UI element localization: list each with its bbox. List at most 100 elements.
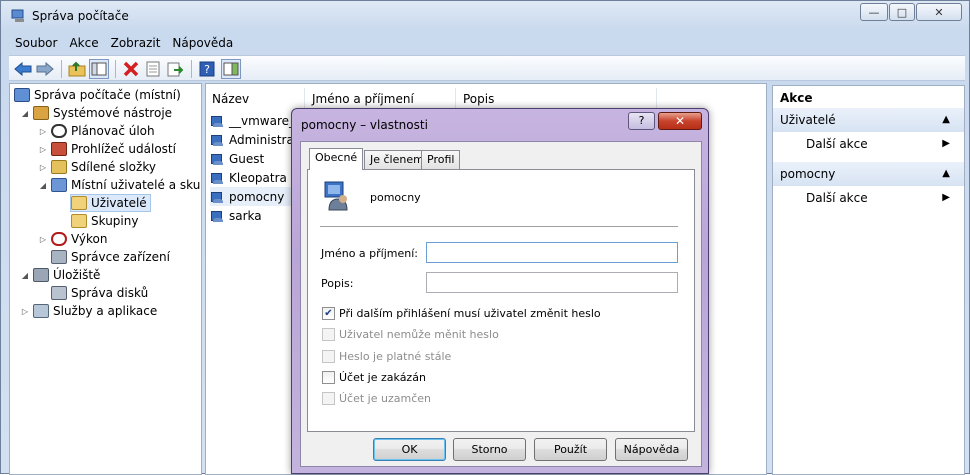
event-log-icon xyxy=(51,142,67,156)
checkbox-cannot-change-password[interactable]: Uživatel nemůže měnit heslo xyxy=(322,328,499,341)
checkbox-label: Uživatel nemůže měnit heslo xyxy=(339,328,499,341)
list-item[interactable]: sarka xyxy=(210,206,262,225)
tree-item-performance[interactable]: ▷ Výkon xyxy=(38,230,107,248)
tab-general[interactable]: Obecné xyxy=(309,148,364,170)
expand-icon[interactable]: ▷ xyxy=(38,163,48,172)
collapse-icon[interactable]: ◢ xyxy=(20,109,30,118)
list-item[interactable]: __vmware_u xyxy=(210,111,303,130)
tab-member-of[interactable]: Je členem xyxy=(364,150,430,169)
tree-item-label: Systémové nástroje xyxy=(53,106,173,120)
checkbox-must-change-password[interactable]: ✔ Při dalším přihlášení musí uživatel zm… xyxy=(322,307,601,320)
tree-item-users[interactable]: Uživatelé xyxy=(70,194,151,212)
dialog-body: Obecné Je členem Profil pomocny Jméno a … xyxy=(300,141,702,467)
tools-icon xyxy=(33,106,49,120)
collapse-icon[interactable]: ◢ xyxy=(20,271,30,280)
toolbar: ? xyxy=(9,55,965,81)
more-actions-users[interactable]: Další akce xyxy=(806,137,868,151)
tree-item-label: Uživatelé xyxy=(91,196,147,210)
tree-item-label: Místní uživatelé a skupiny xyxy=(71,178,201,192)
apply-button[interactable]: Použít xyxy=(534,438,607,461)
more-actions-pomocny[interactable]: Další akce xyxy=(806,191,868,205)
tree-item-disk-management[interactable]: Správa disků xyxy=(51,284,148,302)
collapse-icon[interactable]: ◢ xyxy=(38,181,48,190)
submenu-arrow-icon[interactable]: ▶ xyxy=(942,192,950,203)
checkbox-checked-icon[interactable]: ✔ xyxy=(322,307,335,320)
tree-item-local-users[interactable]: ◢ Místní uživatelé a skupiny xyxy=(38,176,201,194)
tree-item-label: Úložiště xyxy=(53,268,101,282)
ok-button[interactable]: OK xyxy=(373,438,446,461)
actions-section-pomocny[interactable]: pomocny ▲ xyxy=(773,162,964,186)
full-name-field[interactable] xyxy=(426,242,678,263)
disk-icon xyxy=(51,286,67,300)
column-header-description[interactable]: Popis xyxy=(457,88,657,110)
list-item[interactable]: Kleopatra xyxy=(210,168,287,187)
checkbox-label: Heslo je platné stále xyxy=(339,350,452,363)
checkbox-icon[interactable] xyxy=(322,371,335,384)
maximize-button[interactable]: □ xyxy=(889,3,915,21)
full-name-label: Jméno a příjmení: xyxy=(321,247,418,260)
menu-action[interactable]: Akce xyxy=(63,36,104,50)
expand-icon[interactable]: ▷ xyxy=(38,235,48,244)
action-pane-icon[interactable] xyxy=(221,59,241,79)
menu-help[interactable]: Nápověda xyxy=(166,36,239,50)
tree-item-storage[interactable]: ◢ Úložiště xyxy=(20,266,100,284)
properties-icon[interactable] xyxy=(143,59,163,79)
checkbox-account-locked[interactable]: Účet je uzamčen xyxy=(322,392,431,405)
up-folder-icon[interactable] xyxy=(67,59,87,79)
list-item[interactable]: Guest xyxy=(210,149,264,168)
tree-item-label: Plánovač úloh xyxy=(71,124,155,138)
dialog-help-button[interactable]: ? xyxy=(628,112,655,130)
actions-pane: Akce Uživatelé ▲ Další akce ▶ pomocny ▲ Da… xyxy=(772,85,965,475)
tree-item-services[interactable]: ▷ Služby a aplikace xyxy=(20,302,157,320)
checkbox-icon[interactable] xyxy=(322,328,335,341)
forward-icon[interactable] xyxy=(35,59,55,79)
tree-item-task-scheduler[interactable]: ▷ Plánovač úloh xyxy=(38,122,155,140)
list-item-label: sarka xyxy=(229,208,262,223)
tree-item-groups[interactable]: Skupiny xyxy=(71,212,138,230)
tree-root[interactable]: Správa počítače (místní) xyxy=(14,86,181,104)
menu-file[interactable]: Soubor xyxy=(9,36,63,50)
collapse-arrow-icon[interactable]: ▲ xyxy=(942,162,950,186)
show-hide-tree-icon[interactable] xyxy=(89,59,109,79)
checkbox-icon[interactable] xyxy=(322,392,335,405)
expand-icon[interactable]: ▷ xyxy=(20,307,30,316)
list-item-label: Kleopatra xyxy=(229,170,287,185)
collapse-arrow-icon[interactable]: ▲ xyxy=(942,108,950,132)
expand-icon[interactable]: ▷ xyxy=(38,145,48,154)
clock-icon xyxy=(51,124,67,138)
services-icon xyxy=(33,304,49,318)
tree-item-label: Sdílené složky xyxy=(71,160,156,174)
help-icon[interactable]: ? xyxy=(197,59,217,79)
close-button[interactable]: ✕ xyxy=(916,3,962,21)
minimize-button[interactable]: — xyxy=(860,3,888,21)
export-icon[interactable] xyxy=(165,59,185,79)
submenu-arrow-icon[interactable]: ▶ xyxy=(942,138,950,149)
list-item-label: pomocny xyxy=(229,189,285,204)
tree-item-system-tools[interactable]: ◢ Systémové nástroje xyxy=(20,104,172,122)
tree-item-shared-folders[interactable]: ▷ Sdílené složky xyxy=(38,158,156,176)
list-item-selected[interactable]: pomocny xyxy=(210,187,292,206)
help-button[interactable]: Nápověda xyxy=(615,438,688,461)
delete-icon[interactable] xyxy=(121,59,141,79)
cancel-button[interactable]: Storno xyxy=(453,438,526,461)
back-icon[interactable] xyxy=(13,59,33,79)
dialog-close-button[interactable]: ✕ xyxy=(658,112,702,130)
checkbox-account-disabled[interactable]: Účet je zakázán xyxy=(322,371,426,384)
tab-profile[interactable]: Profil xyxy=(421,150,461,169)
checkbox-label: Účet je uzamčen xyxy=(339,392,431,405)
expand-icon[interactable]: ▷ xyxy=(38,127,48,136)
tree-item-device-manager[interactable]: Správce zařízení xyxy=(51,248,170,266)
actions-section-users[interactable]: Uživatelé ▲ xyxy=(773,108,964,132)
checkbox-password-never-expires[interactable]: Heslo je platné stále xyxy=(322,350,451,363)
column-header-name[interactable]: Název xyxy=(206,88,305,110)
dialog-title: pomocny – vlastnosti xyxy=(301,118,428,132)
description-field[interactable] xyxy=(426,272,678,293)
column-header-full-name[interactable]: Jméno a příjmení xyxy=(306,88,456,110)
tree-root-label: Správa počítače (místní) xyxy=(34,88,181,102)
tree-item-event-viewer[interactable]: ▷ Prohlížeč událostí xyxy=(38,140,176,158)
navigation-tree: Správa počítače (místní) ◢ Systémové nás… xyxy=(9,83,202,475)
menu-view[interactable]: Zobrazit xyxy=(105,36,167,50)
checkbox-icon[interactable] xyxy=(322,350,335,363)
tree-item-label: Správa disků xyxy=(71,286,149,300)
actions-title: Akce xyxy=(773,86,964,110)
